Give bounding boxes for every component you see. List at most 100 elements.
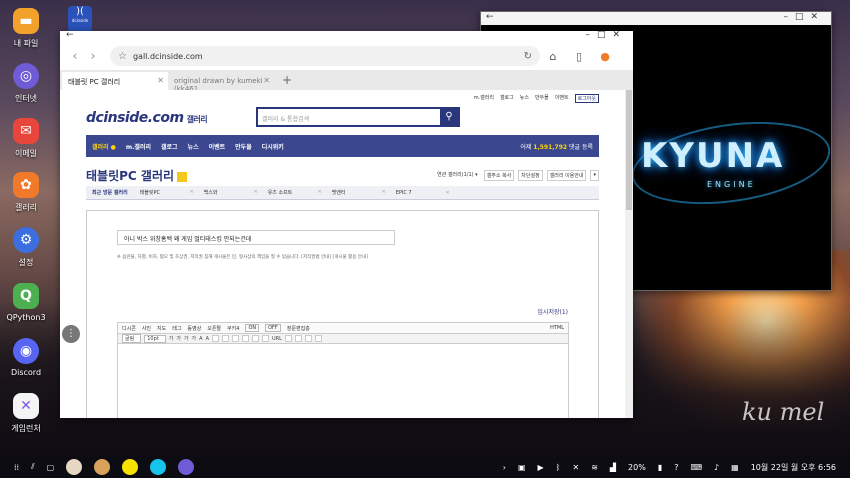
search-input[interactable]: 갤러리 & 통합검색 bbox=[258, 109, 440, 125]
util-link[interactable]: 갤로그 bbox=[500, 94, 514, 103]
more-menu-button[interactable]: ▾ bbox=[590, 170, 599, 181]
gnb-m-gallery[interactable]: m.갤러리 bbox=[126, 142, 151, 151]
map-button[interactable]: 지도 bbox=[157, 325, 166, 332]
desktop-icon-my-files[interactable]: ▬ 내 파일 bbox=[4, 8, 48, 49]
keyboard-icon[interactable]: ⌨ bbox=[690, 463, 702, 472]
align-left-icon[interactable] bbox=[211, 335, 219, 342]
taskbar-app-cyan-icon[interactable] bbox=[150, 459, 167, 475]
on-toggle[interactable]: ON bbox=[245, 324, 260, 332]
page-scrollbar[interactable] bbox=[625, 90, 633, 418]
kakaotalk-icon[interactable] bbox=[122, 459, 139, 475]
home-icon[interactable]: ⌂ bbox=[540, 50, 566, 63]
editor-body[interactable] bbox=[117, 344, 569, 418]
dccon-button[interactable]: 디시콘 bbox=[122, 325, 136, 332]
forward-button[interactable]: › bbox=[84, 49, 102, 64]
gnb-mall[interactable]: 만두몰 bbox=[235, 142, 252, 151]
tag-button[interactable]: 태그 bbox=[172, 325, 181, 332]
desktop-icon-internet[interactable]: ◎ 인터넷 bbox=[4, 63, 48, 104]
browser-titlebar[interactable]: ← –□✕ bbox=[60, 31, 633, 42]
block-settings-button[interactable]: 차단설정 bbox=[518, 170, 543, 181]
logout-button[interactable]: 로그아웃 bbox=[574, 94, 599, 103]
table-icon[interactable] bbox=[284, 335, 292, 342]
gnb-event[interactable]: 이벤트 bbox=[209, 142, 226, 151]
close-icon[interactable]: ✕ bbox=[157, 76, 164, 85]
close-icon[interactable]: ✕ bbox=[253, 189, 257, 195]
window-controls[interactable]: –□✕ bbox=[585, 31, 627, 40]
font-color-button[interactable]: A bbox=[199, 336, 202, 342]
search-icon[interactable]: ⚲ bbox=[440, 109, 458, 125]
bookmarks-icon[interactable]: ▯ bbox=[566, 50, 592, 63]
close-icon[interactable]: ✕ bbox=[317, 189, 321, 195]
gnb-gallery[interactable]: 갤러리 ● bbox=[92, 142, 116, 151]
tabs-icon[interactable]: ● bbox=[592, 50, 618, 63]
screenshot-icon[interactable]: ▦ bbox=[731, 463, 739, 472]
html-checkbox[interactable]: HTML bbox=[550, 325, 564, 331]
underline-button[interactable]: 가 bbox=[184, 335, 189, 342]
indent-icon[interactable] bbox=[261, 335, 269, 342]
util-link[interactable]: m.갤러리 bbox=[474, 94, 494, 103]
bold-button[interactable]: 가 bbox=[169, 335, 174, 342]
gnb-wiki[interactable]: 디시위키 bbox=[262, 142, 284, 151]
scrollbar-thumb[interactable] bbox=[626, 90, 632, 210]
internet-icon[interactable] bbox=[178, 459, 195, 475]
more-options-icon[interactable]: ⋮ bbox=[62, 325, 80, 343]
youtube-icon[interactable]: ▶ bbox=[538, 463, 544, 472]
desktop-icon-qpython3[interactable]: Q QPython3 bbox=[4, 283, 48, 322]
back-button[interactable]: ‹ bbox=[66, 49, 84, 64]
subject-input[interactable]: 아니 박스 위창홈백 왜 게임 멀티태스킹 안되는건데 bbox=[117, 230, 395, 245]
gallery-guide-button[interactable]: 갤러리 이용안내 bbox=[546, 170, 587, 181]
recents-icon[interactable]: ⫽ bbox=[31, 462, 35, 472]
off-toggle[interactable]: OFF bbox=[265, 324, 281, 332]
list-icon[interactable] bbox=[251, 335, 259, 342]
new-tab-button[interactable]: + bbox=[274, 73, 300, 90]
clock[interactable]: 10월 22일 월 오후 6:56 bbox=[751, 462, 836, 473]
reload-icon[interactable]: ↻ bbox=[524, 51, 532, 62]
taskbar-app-avatar-icon[interactable] bbox=[66, 459, 83, 475]
recent-item[interactable]: 태블릿PC ✕ bbox=[134, 189, 198, 196]
gallery-title[interactable]: 태블릿PC 갤러리 bbox=[86, 167, 188, 184]
tab-tablet-pc-gallery[interactable]: 태블릿 PC 갤러리 ✕ bbox=[62, 72, 168, 90]
recent-item[interactable]: EPIC 7 ✕ bbox=[390, 190, 454, 196]
close-icon[interactable]: ✕ bbox=[263, 76, 270, 85]
close-icon[interactable]: ✕ bbox=[381, 189, 385, 195]
browser-window[interactable]: ← –□✕ ‹ › ☆ gall.dcinside.com ↻ ⌂ ▯ ● 태블… bbox=[60, 31, 633, 418]
star-icon[interactable]: ☆ bbox=[118, 51, 127, 62]
desktop-icon-gallery[interactable]: ✿ 갤러리 bbox=[4, 172, 48, 213]
align-center-icon[interactable] bbox=[221, 335, 229, 342]
back-arrow-icon[interactable]: ← bbox=[66, 31, 74, 40]
desktop-icon-settings[interactable]: ⚙ 설정 bbox=[4, 227, 48, 268]
game-window-titlebar[interactable]: ← –□✕ bbox=[481, 12, 831, 25]
font-select[interactable]: 굴림 bbox=[122, 334, 142, 343]
italic-button[interactable]: 가 bbox=[176, 335, 181, 342]
expand-icon[interactable]: › bbox=[503, 463, 506, 472]
help-icon[interactable]: ? bbox=[674, 463, 678, 472]
recent-item[interactable]: 백스와 ✕ bbox=[198, 189, 262, 196]
close-icon[interactable]: ✕ bbox=[445, 190, 449, 196]
video-button[interactable]: 동영상 bbox=[187, 325, 201, 332]
copy-address-button[interactable]: 갤주소 복사 bbox=[483, 170, 515, 181]
temp-save-link[interactable]: 임시저장(1) bbox=[537, 307, 568, 316]
size-select[interactable]: 10pt bbox=[144, 334, 166, 343]
back-arrow-icon[interactable]: ← bbox=[486, 12, 494, 22]
gnb-news[interactable]: 뉴스 bbox=[188, 142, 199, 151]
close-icon[interactable]: ✕ bbox=[189, 189, 193, 195]
url-button[interactable]: URL bbox=[272, 336, 282, 342]
related-galleries-button[interactable]: 연관 갤러리(1/1) ▾ bbox=[435, 170, 480, 181]
quote-icon[interactable] bbox=[294, 335, 302, 342]
recent-item[interactable]: 멧엔터 ✕ bbox=[326, 189, 390, 196]
apps-grid-icon[interactable]: ⁞⁞ bbox=[14, 463, 19, 472]
taskbar-app-avatar2-icon[interactable] bbox=[94, 459, 111, 475]
align-justify-icon[interactable] bbox=[241, 335, 249, 342]
util-link[interactable]: 만두몰 bbox=[535, 94, 549, 103]
window-controls[interactable]: –□✕ bbox=[783, 12, 825, 22]
util-link[interactable]: 뉴스 bbox=[520, 94, 529, 103]
bg-color-button[interactable]: A bbox=[206, 336, 209, 342]
site-logo[interactable]: dcinside.com 갤러리 bbox=[86, 110, 208, 126]
util-link[interactable]: 이벤트 bbox=[555, 94, 569, 103]
desktop-icon-discord[interactable]: ◉ Discord bbox=[4, 338, 48, 377]
strike-button[interactable]: 가 bbox=[192, 335, 197, 342]
redo-icon[interactable] bbox=[314, 335, 322, 342]
gallery-notif-icon[interactable]: ▣ bbox=[518, 463, 526, 472]
desktop-icon-email[interactable]: ✉ 이메일 bbox=[4, 118, 48, 159]
volume-icon[interactable]: ♪ bbox=[714, 463, 719, 472]
